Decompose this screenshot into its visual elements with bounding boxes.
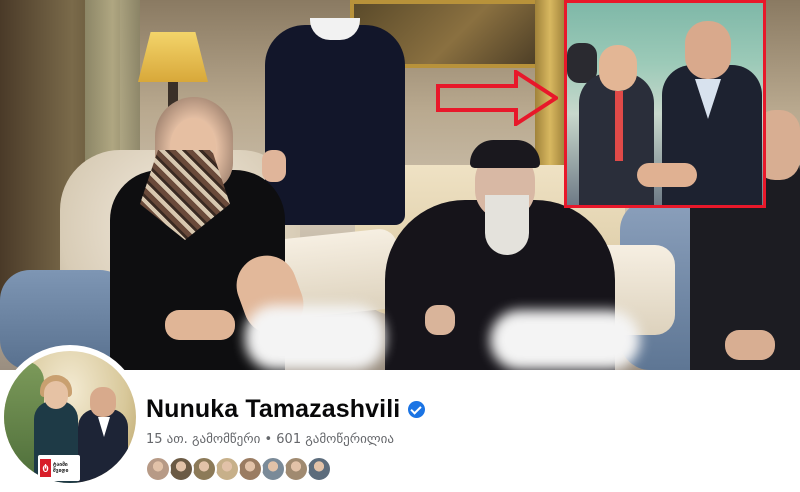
friend-avatar[interactable]: [191, 456, 217, 482]
blurred-area-right: [490, 310, 640, 370]
friend-avatar[interactable]: [283, 456, 309, 482]
friend-avatar[interactable]: [168, 456, 194, 482]
logo-text-line2: შვიდი: [53, 468, 69, 474]
elder-hand: [425, 305, 455, 335]
logo-text: ტაიმი შვიდი: [53, 462, 68, 474]
avatar-woman-face: [44, 381, 68, 409]
elder-beard: [485, 195, 529, 255]
inset-hands: [637, 163, 697, 187]
inset-photo: [564, 0, 766, 208]
man-right-hand: [725, 330, 775, 360]
inset-man-left-face: [599, 45, 637, 91]
friend-avatar[interactable]: [306, 456, 332, 482]
woman-hands: [165, 310, 235, 340]
stats-separator: •: [264, 432, 273, 447]
boy-hand: [262, 150, 286, 182]
avatar-man-face: [90, 387, 116, 417]
followers-count-link[interactable]: 601 გამოწერილია: [276, 432, 394, 447]
friend-avatar[interactable]: [214, 456, 240, 482]
friend-avatar[interactable]: [260, 456, 286, 482]
friend-avatar[interactable]: [145, 456, 171, 482]
cover-photo[interactable]: [0, 0, 800, 370]
logo-mark: ტ: [40, 459, 51, 477]
elder-cap: [470, 140, 540, 168]
red-arrow-icon: [436, 70, 558, 126]
friend-avatar[interactable]: [237, 456, 263, 482]
blurred-area-left: [245, 305, 385, 370]
profile-name[interactable]: Nunuka Tamazashvili: [146, 395, 400, 424]
profile-stats: 15 ათ. გამომწერი • 601 გამოწერილია: [146, 432, 394, 447]
following-count-link[interactable]: 15 ათ. გამომწერი: [146, 432, 260, 447]
standing-boy: [265, 25, 405, 225]
inset-man-right-face: [685, 21, 731, 79]
inset-red-tie: [615, 91, 623, 161]
avatar-channel-logo: ტ ტაიმი შვიდი: [38, 455, 80, 481]
profile-name-row: Nunuka Tamazashvili: [146, 395, 426, 424]
friend-avatars: [145, 456, 332, 482]
verified-badge-icon[interactable]: [408, 401, 426, 418]
lamp-shade: [138, 32, 208, 82]
